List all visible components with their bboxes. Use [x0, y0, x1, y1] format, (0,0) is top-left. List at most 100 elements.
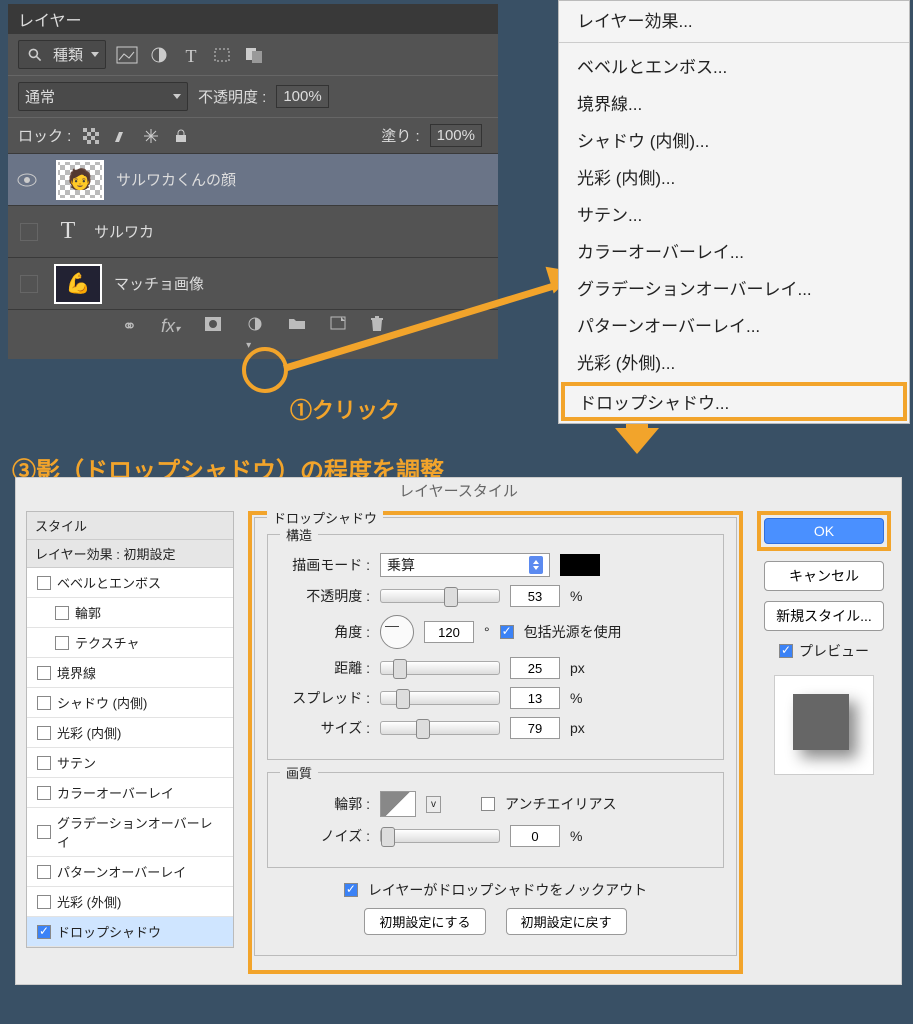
layer-row-macho[interactable]: 💪 マッチョ画像 — [8, 257, 498, 309]
menu-item-satin[interactable]: サテン... — [559, 195, 909, 232]
layers-panel: レイヤー 種類 T 通常 不透明度 : 100% ロック : 塗り : — [8, 4, 498, 359]
style-satin[interactable]: サテン — [27, 748, 233, 778]
menu-item-pattern-overlay[interactable]: パターンオーバーレイ... — [559, 306, 909, 343]
folder-icon[interactable] — [288, 316, 306, 353]
visibility-toggle[interactable] — [16, 172, 44, 188]
menu-item-layer-effects[interactable]: レイヤー効果... — [559, 1, 909, 38]
checkbox[interactable] — [37, 696, 51, 710]
checkbox[interactable] — [37, 825, 51, 839]
checkbox[interactable] — [37, 666, 51, 680]
visibility-toggle[interactable] — [20, 275, 38, 293]
fill-value-box[interactable]: 100% — [430, 124, 482, 147]
style-inner-glow[interactable]: 光彩 (内側) — [27, 718, 233, 748]
dropdown-caret-icon — [91, 52, 99, 57]
menu-item-stroke[interactable]: 境界線... — [559, 84, 909, 121]
contour-dropdown-caret[interactable]: v — [426, 796, 441, 813]
eye-icon — [16, 172, 38, 188]
size-slider[interactable] — [380, 721, 500, 735]
visibility-toggle[interactable] — [20, 223, 38, 241]
noise-slider[interactable] — [380, 829, 500, 843]
lock-all-icon[interactable] — [171, 128, 191, 144]
lock-pixels-icon[interactable] — [111, 128, 131, 144]
menu-item-inner-glow[interactable]: 光彩 (内側)... — [559, 158, 909, 195]
checkbox[interactable] — [37, 576, 51, 590]
contour-picker[interactable] — [380, 791, 416, 817]
filter-smartobject-icon[interactable] — [244, 46, 266, 64]
blend-mode-dropdown[interactable]: 通常 — [18, 82, 188, 111]
menu-item-color-overlay[interactable]: カラーオーバーレイ... — [559, 232, 909, 269]
opacity-slider[interactable] — [380, 589, 500, 603]
lock-transparency-icon[interactable] — [81, 128, 101, 144]
text-layer-icon: T — [54, 218, 82, 245]
drop-shadow-fieldset: ドロップシャドウ 構造 描画モード : 乗算 不透明度 : — [254, 517, 737, 956]
style-pattern-overlay[interactable]: パターンオーバーレイ — [27, 857, 233, 887]
unit-label: % — [570, 690, 582, 706]
filter-image-icon[interactable] — [116, 46, 138, 64]
style-stroke[interactable]: 境界線 — [27, 658, 233, 688]
checkbox[interactable] — [37, 786, 51, 800]
menu-item-drop-shadow[interactable]: ドロップシャドウ... — [565, 386, 903, 417]
fx-button[interactable]: fx▾ — [161, 316, 180, 353]
style-texture[interactable]: テクスチャ — [27, 628, 233, 658]
spread-slider[interactable] — [380, 691, 500, 705]
menu-item-bevel[interactable]: ベベルとエンボス... — [559, 47, 909, 84]
checkbox[interactable] — [55, 636, 69, 650]
new-style-button[interactable]: 新規スタイル... — [764, 601, 884, 631]
noise-input[interactable] — [510, 825, 560, 847]
knockout-checkbox[interactable] — [344, 883, 358, 897]
make-default-button[interactable]: 初期設定にする — [364, 908, 485, 935]
menu-item-outer-glow[interactable]: 光彩 (外側)... — [559, 343, 909, 380]
lock-position-icon[interactable] — [141, 128, 161, 144]
antialias-label: アンチエイリアス — [505, 794, 616, 814]
checkbox-checked[interactable] — [37, 925, 51, 939]
reset-default-button[interactable]: 初期設定に戻す — [506, 908, 627, 935]
link-layers-icon[interactable]: ⚭ — [122, 316, 137, 353]
angle-row: 角度 : ° 包括光源を使用 — [280, 615, 711, 649]
angle-dial[interactable] — [380, 615, 414, 649]
layer-row-face[interactable]: 🧑 サルワカくんの顔 — [8, 153, 498, 205]
style-gradient-overlay[interactable]: グラデーションオーバーレイ — [27, 808, 233, 857]
blend-mode-select[interactable]: 乗算 — [380, 553, 550, 577]
blending-options-header[interactable]: レイヤー効果 : 初期設定 — [27, 540, 233, 568]
style-contour[interactable]: 輪郭 — [27, 598, 233, 628]
layer-thumbnail: 🧑 — [56, 160, 104, 200]
checkbox[interactable] — [37, 756, 51, 770]
opacity-value-box[interactable]: 100% — [276, 85, 328, 108]
distance-slider[interactable] — [380, 661, 500, 675]
style-drop-shadow[interactable]: ドロップシャドウ — [27, 917, 233, 947]
checkbox[interactable] — [37, 895, 51, 909]
ok-button-highlight: OK — [757, 511, 891, 551]
preview-label: プレビュー — [799, 641, 869, 661]
global-light-checkbox[interactable] — [500, 625, 514, 639]
checkbox[interactable] — [55, 606, 69, 620]
preview-checkbox[interactable] — [779, 644, 793, 658]
unit-label: % — [570, 828, 582, 844]
checkbox[interactable] — [37, 865, 51, 879]
filter-shape-icon[interactable] — [212, 46, 234, 64]
preview-thumbnail — [774, 675, 874, 775]
style-bevel[interactable]: ベベルとエンボス — [27, 568, 233, 598]
ok-button[interactable]: OK — [764, 518, 884, 544]
layer-row-text[interactable]: T サルワカ — [8, 205, 498, 257]
spread-input[interactable] — [510, 687, 560, 709]
menu-item-gradient-overlay[interactable]: グラデーションオーバーレイ... — [559, 269, 909, 306]
style-outer-glow[interactable]: 光彩 (外側) — [27, 887, 233, 917]
distance-input[interactable] — [510, 657, 560, 679]
unit-label: % — [570, 588, 582, 604]
cancel-button[interactable]: キャンセル — [764, 561, 884, 591]
opacity-label: 不透明度 : — [198, 86, 266, 107]
angle-input[interactable] — [424, 621, 474, 643]
menu-item-inner-shadow[interactable]: シャドウ (内側)... — [559, 121, 909, 158]
filter-adjustment-icon[interactable] — [148, 46, 170, 64]
opacity-input[interactable] — [510, 585, 560, 607]
style-color-overlay[interactable]: カラーオーバーレイ — [27, 778, 233, 808]
filter-text-icon[interactable]: T — [180, 46, 202, 64]
mask-icon[interactable] — [204, 316, 222, 353]
size-input[interactable] — [510, 717, 560, 739]
shadow-color-swatch[interactable] — [560, 554, 600, 576]
style-inner-shadow[interactable]: シャドウ (内側) — [27, 688, 233, 718]
filter-kind-dropdown[interactable]: 種類 — [18, 40, 106, 69]
checkbox[interactable] — [37, 726, 51, 740]
styles-header[interactable]: スタイル — [27, 512, 233, 540]
antialias-checkbox[interactable] — [481, 797, 495, 811]
